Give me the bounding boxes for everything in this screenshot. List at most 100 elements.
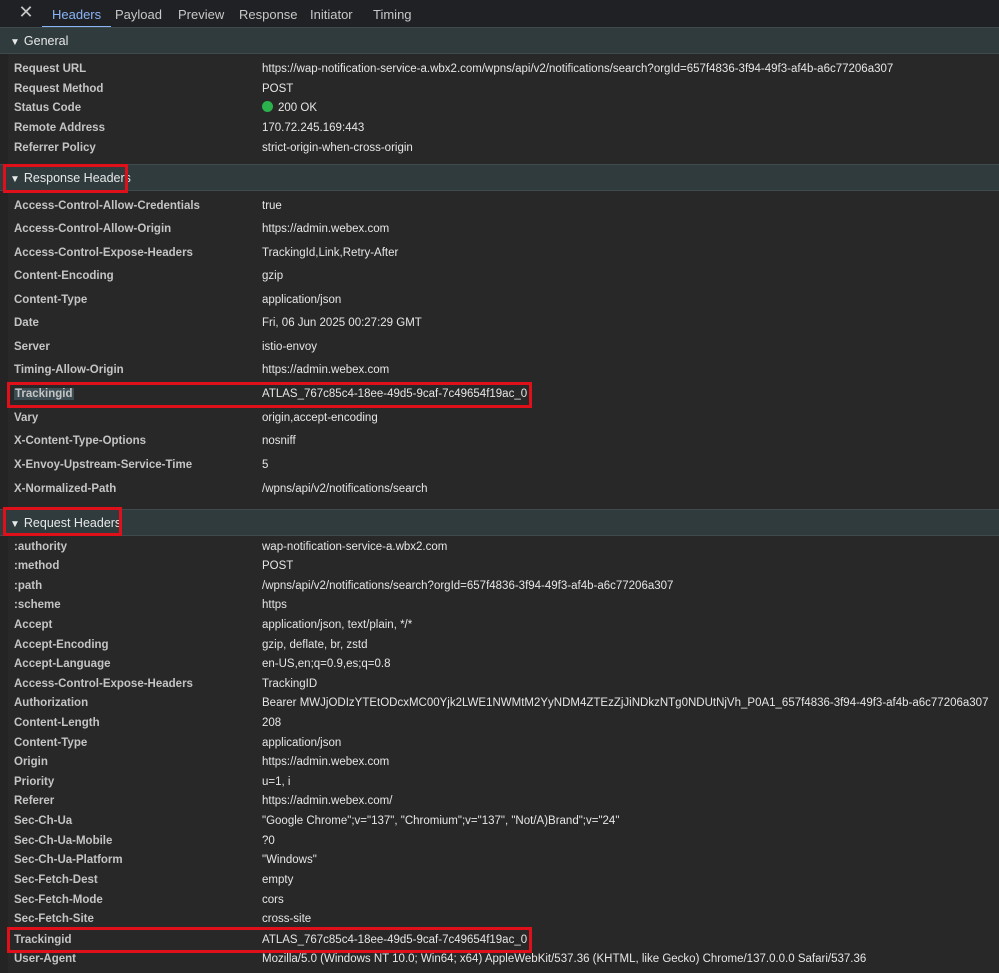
header-key: :authority bbox=[14, 541, 68, 553]
header-value[interactable]: nosniff bbox=[262, 432, 296, 451]
status-text: 200 OK bbox=[278, 102, 317, 114]
header-key: Status Code bbox=[14, 102, 82, 114]
header-value[interactable]: wap-notification-service-a.wbx2.com bbox=[262, 538, 447, 557]
response-header-row: Access-Control-Expose-Headers TrackingId… bbox=[0, 244, 999, 263]
general-section-title: General bbox=[23, 34, 69, 48]
header-key: Vary bbox=[14, 412, 39, 424]
header-value[interactable]: istio-envoy bbox=[262, 338, 317, 357]
request-header-row: Sec-Ch-Ua-Platform "Windows" bbox=[0, 851, 999, 870]
header-key: Sec-Ch-Ua bbox=[14, 815, 73, 827]
header-value[interactable]: ATLAS_767c85c4-18ee-49d5-9caf-7c49654f19… bbox=[262, 931, 527, 950]
header-value[interactable]: 5 bbox=[262, 456, 268, 475]
response-header-row: Access-Control-Allow-Origin https://admi… bbox=[0, 220, 999, 239]
header-key: Sec-Ch-Ua-Platform bbox=[14, 854, 123, 866]
request-header-row: Sec-Ch-Ua-Mobile ?0 bbox=[0, 832, 999, 851]
response-header-row-trackingid: Trackingid ATLAS_767c85c4-18ee-49d5-9caf… bbox=[0, 385, 999, 404]
header-value[interactable]: "Windows" bbox=[262, 851, 317, 870]
request-headers-section-title: Request Headers bbox=[23, 516, 122, 530]
request-header-row: Sec-Fetch-Mode cors bbox=[0, 891, 999, 910]
header-value[interactable]: strict-origin-when-cross-origin bbox=[262, 139, 413, 158]
tab-timing[interactable]: Timing bbox=[373, 0, 412, 27]
tab-preview[interactable]: Preview bbox=[178, 0, 224, 27]
header-value[interactable]: Fri, 06 Jun 2025 00:27:29 GMT bbox=[262, 314, 422, 333]
header-value[interactable]: origin,accept-encoding bbox=[262, 409, 378, 428]
header-value[interactable]: POST bbox=[262, 557, 293, 576]
header-value[interactable]: en-US,en;q=0.9,es;q=0.8 bbox=[262, 655, 391, 674]
header-value[interactable]: empty bbox=[262, 871, 293, 890]
header-value[interactable]: 170.72.245.169:443 bbox=[262, 119, 364, 138]
header-key: X-Envoy-Upstream-Service-Time bbox=[14, 459, 193, 471]
response-headers-section-toggle[interactable]: ▼ Response Headers bbox=[10, 165, 131, 191]
response-header-row: Content-Type application/json bbox=[0, 291, 999, 310]
header-value[interactable]: application/json bbox=[262, 734, 341, 753]
tab-initiator[interactable]: Initiator bbox=[310, 0, 353, 27]
header-value[interactable]: "Google Chrome";v="137", "Chromium";v="1… bbox=[262, 812, 619, 831]
response-header-row: Timing-Allow-Origin https://admin.webex.… bbox=[0, 361, 999, 380]
header-key: Origin bbox=[14, 756, 48, 768]
general-row-referrer-policy: Referrer Policy strict-origin-when-cross… bbox=[0, 139, 999, 158]
header-value[interactable]: TrackingID bbox=[262, 675, 317, 694]
request-header-row: :method POST bbox=[0, 557, 999, 576]
header-key: Authorization bbox=[14, 697, 89, 709]
header-value[interactable]: ATLAS_767c85c4-18ee-49d5-9caf-7c49654f19… bbox=[262, 385, 527, 404]
header-key: Remote Address bbox=[14, 122, 105, 134]
request-headers-section-header[interactable]: ▼ Request Headers bbox=[0, 509, 999, 536]
response-header-row: Server istio-envoy bbox=[0, 338, 999, 357]
header-value[interactable]: TrackingId,Link,Retry-After bbox=[262, 244, 398, 263]
tab-headers[interactable]: Headers bbox=[41, 0, 112, 28]
header-key: Accept-Language bbox=[14, 658, 111, 670]
header-value[interactable]: https://admin.webex.com bbox=[262, 753, 389, 772]
request-header-row: :authority wap-notification-service-a.wb… bbox=[0, 538, 999, 557]
response-header-row: Date Fri, 06 Jun 2025 00:27:29 GMT bbox=[0, 314, 999, 333]
header-value[interactable]: cors bbox=[262, 891, 284, 910]
header-key: Content-Length bbox=[14, 717, 100, 729]
general-row-remote-address: Remote Address 170.72.245.169:443 bbox=[0, 119, 999, 138]
header-value[interactable]: u=1, i bbox=[262, 773, 290, 792]
response-header-row: Access-Control-Allow-Credentials true bbox=[0, 197, 999, 216]
header-value[interactable]: Mozilla/5.0 (Windows NT 10.0; Win64; x64… bbox=[262, 950, 866, 969]
header-key: Sec-Ch-Ua-Mobile bbox=[14, 835, 113, 847]
header-key: Sec-Fetch-Mode bbox=[14, 894, 103, 906]
header-value[interactable]: ?0 bbox=[262, 832, 275, 851]
header-value[interactable]: https://admin.webex.com bbox=[262, 220, 389, 239]
header-value[interactable]: https://admin.webex.com bbox=[262, 361, 389, 380]
header-value[interactable]: https://wap-notification-service-a.wbx2.… bbox=[262, 60, 893, 79]
triangle-down-icon: ▼ bbox=[10, 174, 20, 185]
header-value[interactable]: application/json bbox=[262, 291, 341, 310]
request-headers-section-toggle[interactable]: ▼ Request Headers bbox=[10, 510, 121, 536]
header-key: Server bbox=[14, 341, 50, 353]
tab-payload[interactable]: Payload bbox=[115, 0, 162, 27]
header-value[interactable]: 208 bbox=[262, 714, 281, 733]
header-key: :scheme bbox=[14, 599, 61, 611]
header-key: X-Content-Type-Options bbox=[14, 435, 147, 447]
header-value[interactable]: /wpns/api/v2/notifications/search?orgId=… bbox=[262, 577, 673, 596]
header-value[interactable]: cross-site bbox=[262, 910, 311, 929]
header-key: Sec-Fetch-Dest bbox=[14, 874, 98, 886]
header-value[interactable]: gzip, deflate, br, zstd bbox=[262, 636, 367, 655]
tab-response[interactable]: Response bbox=[239, 0, 298, 27]
response-headers-section-header[interactable]: ▼ Response Headers bbox=[0, 164, 999, 191]
header-value[interactable]: https bbox=[262, 596, 287, 615]
header-value[interactable]: true bbox=[262, 197, 282, 216]
header-key: Date bbox=[14, 317, 39, 329]
general-row-request-url: Request URL https://wap-notification-ser… bbox=[0, 60, 999, 79]
devtools-tab-bar: ✕ Headers Payload Preview Response Initi… bbox=[0, 0, 999, 28]
status-value[interactable]: 200 OK bbox=[262, 99, 317, 118]
header-value[interactable]: POST bbox=[262, 80, 293, 99]
header-value[interactable]: application/json, text/plain, */* bbox=[262, 616, 412, 635]
header-value[interactable]: gzip bbox=[262, 267, 283, 286]
response-header-row: Content-Encoding gzip bbox=[0, 267, 999, 286]
header-key: Referrer Policy bbox=[14, 142, 96, 154]
response-header-row: X-Envoy-Upstream-Service-Time 5 bbox=[0, 456, 999, 475]
status-dot-icon bbox=[262, 101, 273, 112]
general-row-request-method: Request Method POST bbox=[0, 80, 999, 99]
close-icon[interactable]: ✕ bbox=[17, 2, 35, 22]
header-value[interactable]: Bearer MWJjODIzYTEtODcxMC00Yjk2LWE1NWMtM… bbox=[262, 694, 988, 713]
response-header-row: X-Normalized-Path /wpns/api/v2/notificat… bbox=[0, 480, 999, 499]
general-section-toggle[interactable]: ▼ General bbox=[10, 28, 68, 54]
header-value[interactable]: /wpns/api/v2/notifications/search bbox=[262, 480, 428, 499]
header-value[interactable]: https://admin.webex.com/ bbox=[262, 792, 392, 811]
request-header-row: Sec-Fetch-Site cross-site bbox=[0, 910, 999, 929]
request-header-row: User-Agent Mozilla/5.0 (Windows NT 10.0;… bbox=[0, 950, 999, 969]
general-section-header[interactable]: ▼ General bbox=[0, 27, 999, 54]
